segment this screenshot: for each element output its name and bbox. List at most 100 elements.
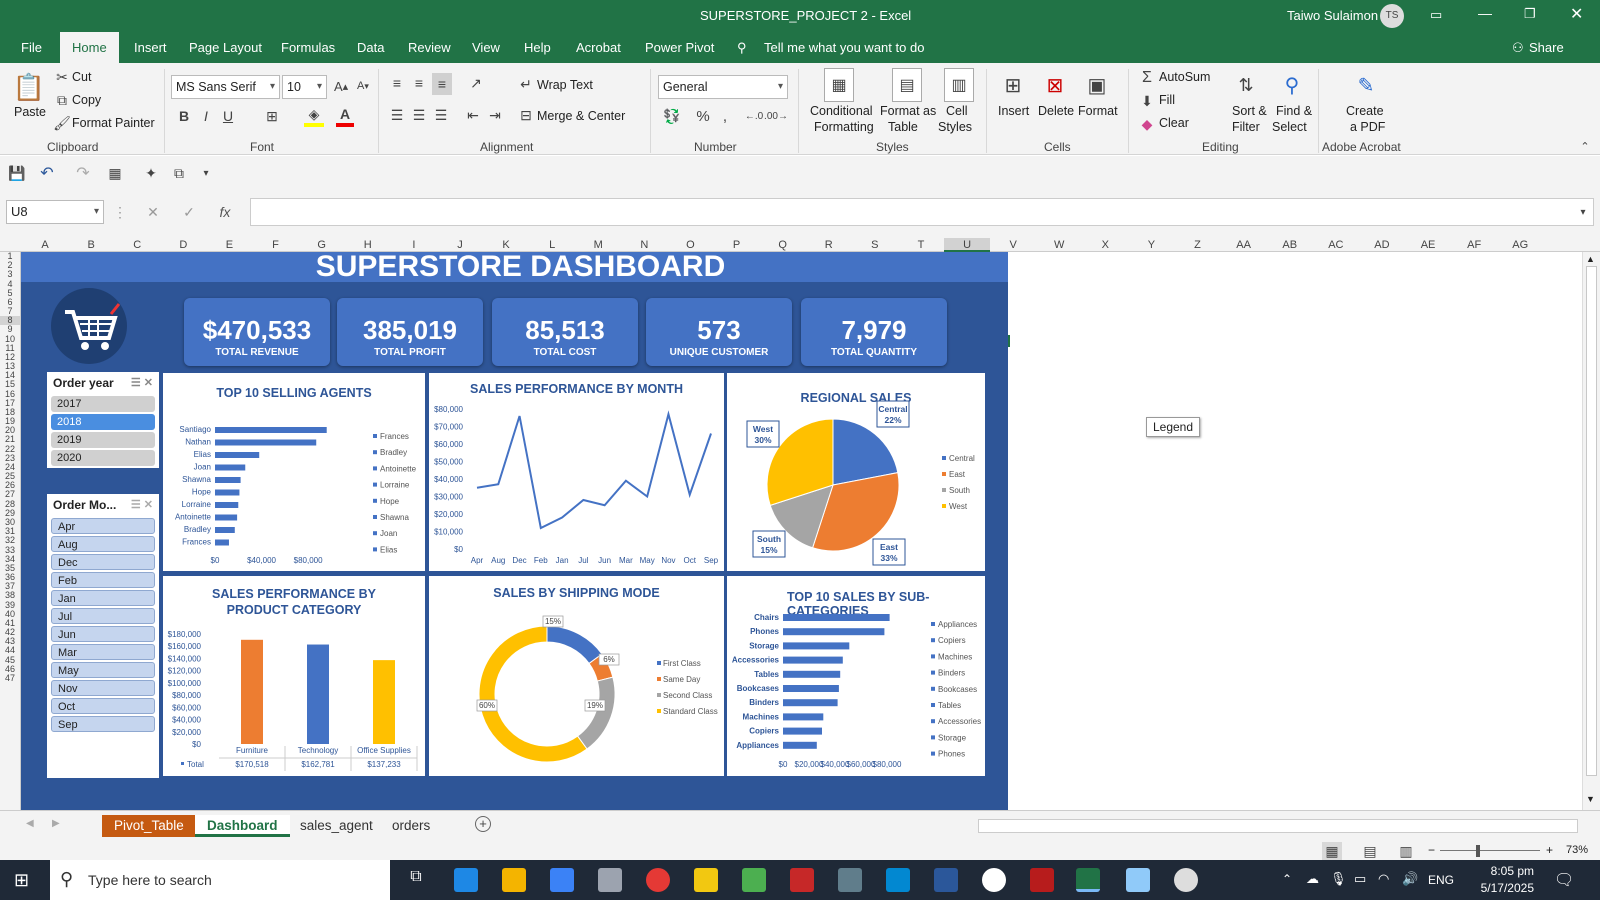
mail-icon[interactable] — [598, 868, 622, 892]
align-center-icon[interactable]: ☰ — [410, 105, 428, 125]
zoom-level[interactable]: 73% — [1566, 844, 1588, 856]
app-icon[interactable] — [790, 868, 814, 892]
windows-start-icon[interactable]: ⊞ — [14, 870, 29, 891]
find-select-label-2[interactable]: Select — [1272, 120, 1307, 134]
next-sheet-icon[interactable]: ▶ — [52, 818, 60, 829]
file-explorer-icon[interactable] — [502, 868, 526, 892]
slicer-item-2019[interactable]: 2019 — [51, 432, 155, 448]
chart-regional-sales[interactable]: REGIONAL SALES Central 22% East 33% South 15%… — [727, 373, 985, 571]
collapse-ribbon-icon[interactable]: ⌃ — [1578, 139, 1592, 153]
wrap-text-button[interactable]: Wrap Text — [537, 78, 593, 92]
task-view-icon[interactable]: ⧉ — [404, 868, 428, 892]
scroll-thumb[interactable] — [1586, 266, 1597, 776]
slicer-item-mar[interactable]: Mar — [51, 644, 155, 660]
app-icon[interactable] — [886, 868, 910, 892]
column-header-T[interactable]: T — [898, 238, 944, 252]
tab-formulas[interactable]: Formulas — [279, 32, 337, 63]
column-header-U[interactable]: U — [944, 238, 991, 252]
cut-button[interactable]: Cut — [72, 70, 91, 84]
language-indicator[interactable]: ENG — [1428, 873, 1454, 887]
expand-formula-icon[interactable]: ▾ — [1576, 204, 1590, 220]
decrease-indent-icon[interactable]: ⇤ — [464, 105, 482, 125]
add-sheet-icon[interactable]: + — [475, 816, 491, 832]
autosum-button[interactable]: AutoSum — [1159, 70, 1210, 84]
column-header-X[interactable]: X — [1082, 238, 1128, 252]
page-break-icon[interactable]: ▥ — [1396, 842, 1416, 860]
app-icon[interactable] — [1126, 868, 1150, 892]
comma-button[interactable]: , — [718, 105, 732, 127]
vertical-scrollbar[interactable]: ▲ ▼ — [1582, 252, 1600, 810]
store-icon[interactable] — [550, 868, 574, 892]
tab-page-layout[interactable]: Page Layout — [187, 32, 264, 63]
column-header-AA[interactable]: AA — [1221, 238, 1267, 252]
chart-top-agents[interactable]: TOP 10 SELLING AGENTS Santiago Nathan Elia… — [163, 373, 425, 571]
row-header-47[interactable]: 47 — [0, 673, 20, 683]
italic-button[interactable]: I — [198, 105, 214, 127]
align-right-icon[interactable]: ☰ — [432, 105, 450, 125]
slicer-item-may[interactable]: May — [51, 662, 155, 678]
column-header-AG[interactable]: AG — [1497, 238, 1543, 252]
font-color-icon[interactable]: A — [336, 105, 354, 127]
slicer-item-jan[interactable]: Jan — [51, 590, 155, 606]
copy-button[interactable]: Copy — [72, 93, 101, 107]
clear-filter-icon[interactable]: ☰ ✕ — [131, 376, 153, 389]
tab-acrobat[interactable]: Acrobat — [574, 32, 623, 63]
decrease-decimal-icon[interactable]: .00→ — [764, 105, 788, 127]
ribbon-display-icon[interactable]: ▭ — [1430, 7, 1442, 23]
delete-cells-button[interactable]: Delete — [1038, 104, 1074, 118]
increase-decimal-icon[interactable]: ←.0 — [744, 105, 764, 127]
battery-icon[interactable]: ▭ — [1354, 871, 1366, 887]
orientation-icon[interactable]: ↗ — [464, 73, 488, 93]
name-box[interactable]: U8 — [6, 200, 104, 224]
enter-icon[interactable]: ✓ — [180, 202, 198, 222]
wifi-icon[interactable]: ◠ — [1378, 871, 1389, 887]
sheet-tab-pivot-table[interactable]: Pivot_Table — [102, 815, 196, 837]
column-header-AF[interactable]: AF — [1451, 238, 1497, 252]
column-header-AC[interactable]: AC — [1313, 238, 1359, 252]
app-icon[interactable] — [1030, 868, 1054, 892]
align-bottom-icon[interactable]: ≡ — [432, 73, 452, 95]
format-painter-button[interactable]: Format Painter — [72, 116, 155, 130]
volume-icon[interactable]: 🔊 — [1402, 871, 1418, 887]
tab-view[interactable]: View — [470, 32, 502, 63]
slicer-item-jul[interactable]: Jul — [51, 608, 155, 624]
app-icon[interactable] — [1174, 868, 1198, 892]
prev-sheet-icon[interactable]: ◀ — [26, 818, 34, 829]
column-header-AB[interactable]: AB — [1267, 238, 1313, 252]
cloud-icon[interactable]: ☁ — [1306, 871, 1319, 887]
slicer-item-2020[interactable]: 2020 — [51, 450, 155, 466]
column-header-Z[interactable]: Z — [1175, 238, 1221, 252]
tab-file[interactable]: File — [19, 32, 44, 63]
tab-review[interactable]: Review — [406, 32, 453, 63]
save-icon[interactable]: 💾 — [8, 164, 26, 182]
decrease-font-icon[interactable]: A ▾ — [354, 75, 372, 97]
column-header-F[interactable]: F — [253, 238, 299, 252]
scroll-up-icon[interactable]: ▲ — [1586, 254, 1595, 264]
column-header-C[interactable]: C — [114, 238, 160, 252]
align-top-icon[interactable]: ≡ — [388, 73, 406, 93]
format-as-table-label-1[interactable]: Format as — [880, 104, 936, 118]
currency-icon[interactable]: 💱 — [660, 105, 684, 127]
cell-styles-label-1[interactable]: Cell — [946, 104, 968, 118]
zoom-out-icon[interactable]: − — [1428, 843, 1435, 857]
borders-icon[interactable]: ⊞ — [262, 105, 282, 127]
column-header-E[interactable]: E — [206, 238, 252, 252]
zoom-thumb[interactable] — [1476, 845, 1480, 857]
conditional-formatting-label-2[interactable]: Formatting — [814, 120, 874, 134]
merge-center-button[interactable]: Merge & Center — [537, 109, 625, 123]
percent-button[interactable]: % — [694, 105, 712, 127]
column-header-Q[interactable]: Q — [760, 238, 806, 252]
copy-icon[interactable]: ⧉ — [170, 164, 188, 182]
chart-sales-by-month[interactable]: SALES PERFORMANCE BY MONTH $0 $10,000 $20,… — [429, 373, 724, 571]
slicer-item-dec[interactable]: Dec — [51, 554, 155, 570]
clear-button[interactable]: Clear — [1159, 116, 1189, 130]
slicer-item-2018[interactable]: 2018 — [51, 414, 155, 430]
close-icon[interactable]: ✕ — [1570, 4, 1583, 24]
chart-shipping-mode[interactable]: SALES BY SHIPPING MODE 15% 6% 19% 60% First … — [429, 576, 724, 776]
power-bi-icon[interactable] — [694, 868, 718, 892]
slicer-item-2017[interactable]: 2017 — [51, 396, 155, 412]
tab-home[interactable]: Home — [60, 32, 119, 63]
number-format-select[interactable]: General — [658, 75, 788, 99]
sort-filter-label-2[interactable]: Filter — [1232, 120, 1260, 134]
chart-sub-categories[interactable]: TOP 10 SALES BY SUB-CATEGORIES Chairs Pho… — [727, 576, 985, 776]
